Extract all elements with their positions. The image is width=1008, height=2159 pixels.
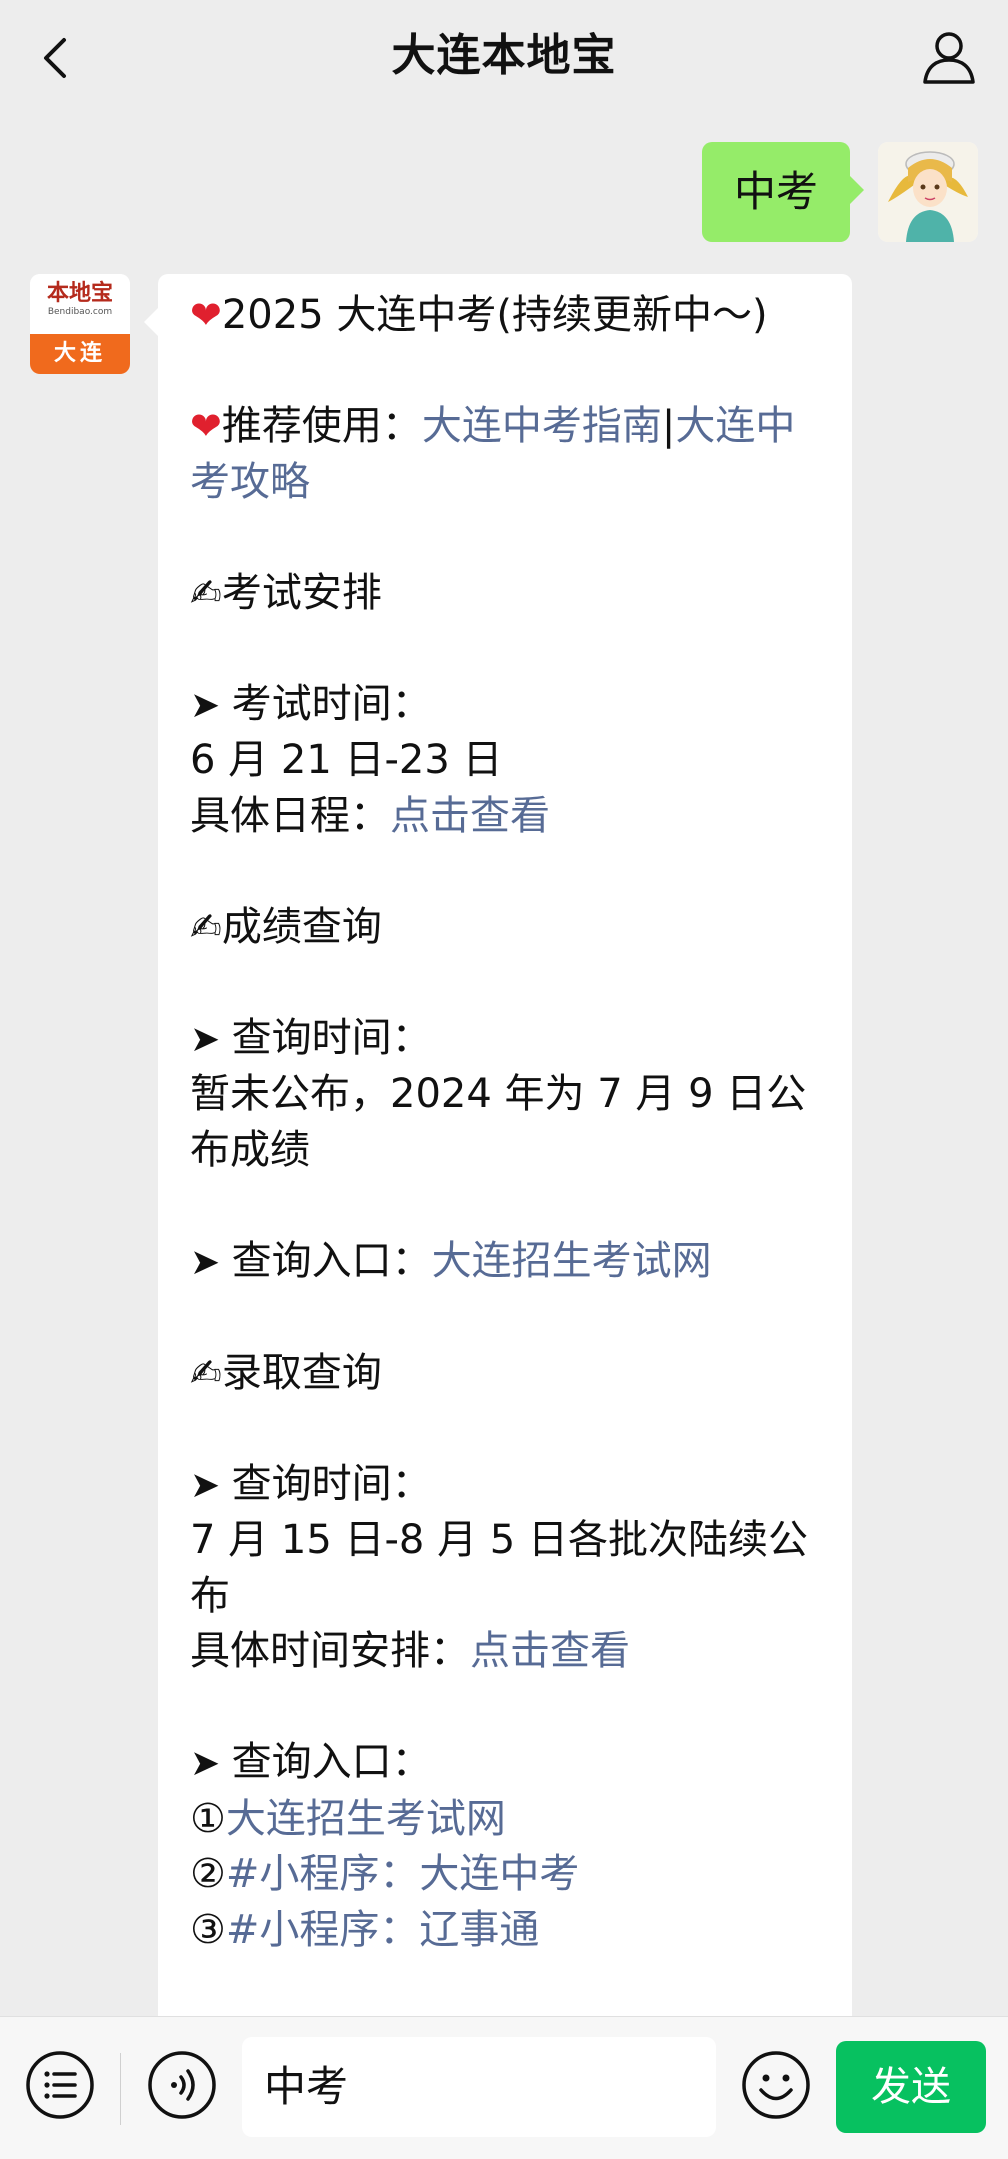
list-icon	[26, 2051, 94, 2119]
message-line: 具体日程：点击查看	[190, 789, 824, 845]
voice-button[interactable]	[146, 2049, 218, 2121]
headline-text: 2025 大连中考(持续更新中～)	[221, 292, 768, 338]
chat-area[interactable]: 中考 本地宝 Bendibao.com 大连 ❤2025 大连中考(持续更新中～…	[0, 116, 1008, 2016]
message-input[interactable]: 中考	[242, 2037, 716, 2137]
detail-prefix: 具体时间安排：	[190, 1628, 470, 1674]
outgoing-message-bubble[interactable]: 中考	[702, 142, 864, 242]
message-line: ❤2025 大连中考(持续更新中～)	[190, 288, 824, 344]
arrow-icon: ➤	[190, 684, 232, 726]
guide-link[interactable]: 大连中考指南	[422, 403, 662, 449]
message-line: ③#小程序：辽事通	[190, 1903, 824, 1959]
score-date-text: 暂未公布，2024 年为 7 月 9 日公布成绩	[190, 1071, 807, 1173]
arrow-icon: ➤	[190, 1241, 232, 1283]
arrow-icon: ➤	[190, 1464, 232, 1506]
incoming-message-bubble[interactable]: ❤2025 大连中考(持续更新中～) ❤推荐使用：大连中考指南|大连中考攻略 ✍…	[144, 274, 852, 2016]
emoji-icon	[742, 2051, 810, 2119]
mini-program-link[interactable]: #小程序：辽事通	[226, 1907, 540, 1953]
avatar-logo-url: Bendibao.com	[47, 307, 113, 317]
message-line: ➤ 查询时间：	[190, 1457, 824, 1514]
message-line: ➤ 考试时间：	[190, 677, 824, 734]
list-number: ①	[190, 1795, 226, 1842]
field-label: 考试时间：	[231, 680, 432, 727]
entry-prefix: 查询入口：	[231, 1237, 432, 1284]
outgoing-message-text: 中考	[733, 167, 818, 216]
recommend-prefix: 推荐使用：	[221, 403, 422, 449]
list-number: ③	[190, 1906, 226, 1953]
link-separator: |	[661, 403, 676, 449]
field-label: 查询入口：	[231, 1739, 432, 1785]
field-label: 查询时间：	[231, 1460, 432, 1507]
field-label: 查询时间：	[231, 1014, 432, 1061]
writing-hand-icon: ✍	[190, 904, 222, 949]
exam-site-link[interactable]: 大连招生考试网	[226, 1796, 506, 1842]
admission-date-text: 7 月 15 日-8 月 5 日各批次陆续公布	[190, 1517, 808, 1619]
profile-button[interactable]	[918, 26, 980, 88]
writing-hand-icon: ✍	[190, 1350, 222, 1395]
input-bar: 中考 发送	[0, 2016, 1008, 2159]
emoji-button[interactable]	[740, 2049, 812, 2121]
message-line: ②#小程序：大连中考	[190, 1847, 824, 1903]
avatar-logo-text: 本地宝	[46, 280, 113, 306]
message-line: ✍录取查询	[190, 1346, 824, 1402]
toolbar-divider	[120, 2053, 121, 2125]
arrow-icon: ➤	[190, 1743, 232, 1784]
message-line: ➤ 查询入口：	[190, 1735, 824, 1792]
message-line: ➤ 查询时间：	[190, 1011, 824, 1068]
message-line: ✍成绩查询	[190, 900, 824, 956]
heart-icon: ❤	[190, 293, 222, 337]
admission-schedule-link[interactable]: 点击查看	[470, 1628, 630, 1674]
top-navigation-bar: 大连本地宝	[0, 0, 1008, 116]
section-title: 成绩查询	[221, 903, 382, 950]
message-line: ❤推荐使用：大连中考指南|大连中考攻略	[190, 399, 824, 510]
exam-site-link[interactable]: 大连招生考试网	[432, 1238, 712, 1284]
heart-icon: ❤	[190, 404, 222, 448]
message-line: ①大连招生考试网	[190, 1792, 824, 1848]
schedule-link[interactable]: 点击查看	[390, 793, 550, 839]
arrow-icon: ➤	[190, 1018, 232, 1060]
message-line: ➤ 查询入口：大连招生考试网	[190, 1234, 824, 1291]
mini-program-link[interactable]: #小程序：大连中考	[226, 1851, 580, 1897]
section-title: 考试安排	[221, 569, 382, 616]
section-title: 录取查询	[221, 1349, 382, 1396]
detail-prefix: 具体日程：	[190, 792, 390, 839]
anime-avatar-image	[878, 142, 978, 242]
list-number: ②	[190, 1851, 226, 1897]
menu-button[interactable]	[24, 2049, 96, 2121]
voice-icon	[148, 2051, 216, 2119]
exam-date-text: 6 月 21 日-23 日	[190, 737, 503, 783]
chat-title: 大连本地宝	[391, 30, 617, 81]
avatar-city-label: 大连	[30, 334, 130, 374]
message-line: 具体时间安排：点击查看	[190, 1624, 824, 1680]
message-line: ✍考试安排	[190, 566, 824, 622]
person-icon	[923, 32, 975, 84]
avatar-logo-top: 本地宝 Bendibao.com	[30, 274, 130, 334]
send-button[interactable]: 发送	[836, 2041, 986, 2133]
writing-hand-icon: ✍	[190, 570, 222, 615]
official-account-avatar[interactable]: 本地宝 Bendibao.com 大连	[30, 274, 130, 374]
my-avatar[interactable]	[878, 142, 978, 242]
